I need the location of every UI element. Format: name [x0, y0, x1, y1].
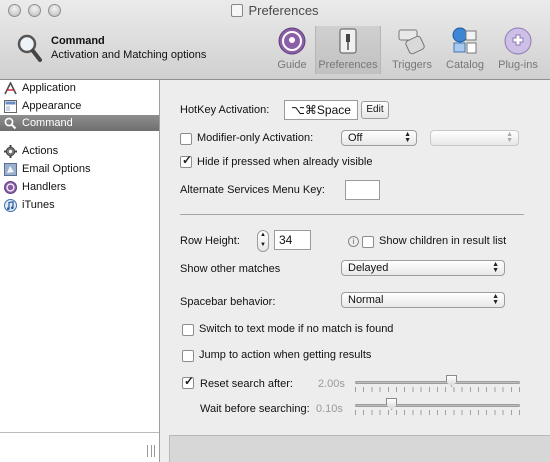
popup-arrows-icon: ▲ ▼ [404, 131, 411, 144]
text-mode-label: Switch to text mode if no match is found [199, 323, 394, 335]
sidebar-item-command[interactable]: Command [0, 115, 159, 131]
sidebar-item-label: Appearance [22, 100, 82, 112]
application-icon [4, 82, 17, 95]
show-children-label: Show children in result list [379, 235, 507, 247]
toolbar-preferences-label: Preferences [318, 59, 378, 71]
reset-search-slider[interactable] [355, 375, 520, 392]
sidebar: Application Appearance Command Actions E… [0, 80, 160, 462]
spacebar-value: Normal [348, 294, 384, 306]
toolbar-guide-button[interactable]: Guide [272, 26, 312, 74]
jump-action-checkbox[interactable] [182, 350, 194, 362]
jump-action-label: Jump to action when getting results [199, 349, 372, 361]
row-height-field[interactable]: 34 [274, 230, 311, 250]
slider-track [355, 404, 520, 407]
command-settings-panel: HotKey Activation: ⌥⌘Space Edit Modifier… [161, 80, 550, 462]
sidebar-item-label: Email Options [22, 163, 91, 175]
wait-label: Wait before searching: [200, 403, 310, 415]
sidebar-item-label: Application [22, 82, 76, 94]
triggers-icon [398, 29, 425, 55]
spacebar-popup[interactable]: Normal ▲ ▼ [341, 292, 505, 308]
section-title: Command [51, 35, 105, 47]
reset-search-checkbox[interactable] [182, 374, 194, 389]
sidebar-resize-grip[interactable] [147, 445, 155, 457]
slider-track [355, 381, 520, 384]
bottom-bar [169, 435, 550, 462]
hotkey-field[interactable]: ⌥⌘Space [284, 100, 358, 120]
magnifier-icon [17, 34, 42, 62]
modifier-only-checkbox[interactable] [180, 133, 192, 145]
window-title-text: Preferences [248, 3, 319, 18]
popup-arrows-icon: ▲ ▼ [506, 131, 513, 144]
other-matches-label: Show other matches [180, 263, 281, 275]
modifier-only-label: Modifier-only Activation: [197, 132, 314, 144]
sidebar-item-label: Command [22, 117, 73, 129]
reset-search-label: Reset search after: [200, 378, 293, 390]
document-icon [231, 4, 244, 17]
hide-if-pressed-label: Hide if pressed when already visible [197, 156, 373, 168]
section-divider [180, 214, 524, 215]
slider-ticks [355, 410, 520, 415]
slider-knob[interactable] [386, 398, 397, 410]
guide-icon [278, 27, 306, 55]
slider-ticks [355, 387, 520, 392]
title-toolbar: Preferences Command Activation and Match… [0, 0, 550, 80]
preferences-window: Preferences Command Activation and Match… [0, 0, 550, 462]
toolbar-guide-label: Guide [277, 59, 307, 71]
wait-slider[interactable] [355, 398, 520, 415]
sidebar-bottom-divider [0, 432, 159, 433]
window-title: Preferences [0, 3, 550, 18]
row-height-label: Row Height: [180, 235, 240, 247]
hide-if-pressed-checkbox[interactable] [180, 153, 192, 168]
other-matches-popup[interactable]: Delayed ▲ ▼ [341, 260, 505, 276]
toolbar-triggers-label: Triggers [392, 59, 432, 71]
toolbar-triggers-button[interactable]: Triggers [388, 26, 436, 74]
toolbar-catalog-button[interactable]: Catalog [442, 26, 488, 74]
hotkey-label: HotKey Activation: [180, 104, 270, 116]
email-icon [4, 163, 17, 176]
alt-services-field[interactable] [345, 180, 380, 200]
sidebar-item-label: Handlers [22, 181, 67, 193]
itunes-icon [4, 199, 17, 212]
modifier-only-popup[interactable]: Off ▲ ▼ [341, 130, 417, 146]
hotkey-edit-button[interactable]: Edit [361, 101, 389, 119]
show-children-checkbox[interactable] [362, 236, 374, 248]
sidebar-item-handlers[interactable]: Handlers [0, 179, 159, 195]
catalog-icon [452, 27, 477, 54]
alt-services-label: Alternate Services Menu Key: [180, 184, 325, 196]
gear-icon [4, 145, 17, 158]
section-subtitle: Activation and Matching options [51, 49, 207, 61]
sidebar-item-label: Actions [22, 145, 59, 157]
toolbar-preferences-button[interactable]: Preferences [315, 26, 381, 74]
wait-value: 0.10s [316, 403, 343, 415]
appearance-icon [4, 100, 17, 113]
sidebar-item-appearance[interactable]: Appearance [0, 98, 159, 114]
modifier-only-value: Off [348, 132, 363, 144]
reset-search-value: 2.00s [318, 378, 345, 390]
toolbar-plugins-label: Plug-ins [498, 59, 538, 71]
preferences-icon [339, 28, 357, 54]
sidebar-item-email-options[interactable]: Email Options [0, 161, 159, 177]
handlers-icon [4, 181, 17, 194]
plugins-icon [504, 27, 532, 55]
slider-knob[interactable] [446, 375, 457, 387]
sidebar-item-application[interactable]: Application [0, 80, 159, 96]
magnifier-icon [4, 117, 17, 130]
text-mode-checkbox[interactable] [182, 324, 194, 336]
info-icon[interactable]: i [348, 236, 359, 247]
row-height-stepper[interactable] [257, 230, 269, 252]
sidebar-item-actions[interactable]: Actions [0, 143, 159, 159]
popup-arrows-icon: ▲ ▼ [492, 261, 499, 274]
sidebar-item-label: iTunes [22, 199, 55, 211]
modifier-key-popup: ▲ ▼ [430, 130, 519, 146]
popup-arrows-icon: ▲ ▼ [492, 293, 499, 306]
toolbar-plugins-button[interactable]: Plug-ins [492, 26, 544, 74]
spacebar-label: Spacebar behavior: [180, 296, 276, 308]
other-matches-value: Delayed [348, 262, 389, 274]
toolbar-catalog-label: Catalog [446, 59, 484, 71]
sidebar-item-itunes[interactable]: iTunes [0, 197, 159, 213]
